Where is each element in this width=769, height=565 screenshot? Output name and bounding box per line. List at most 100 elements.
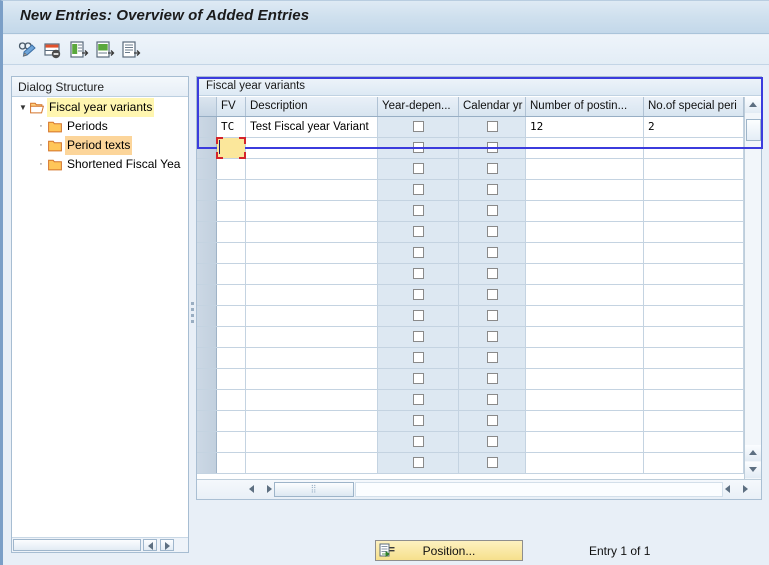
hscroll-page-left-arrow[interactable] bbox=[721, 482, 736, 497]
hscroll-left-arrow[interactable] bbox=[245, 482, 260, 497]
cell-year-dependent[interactable] bbox=[378, 390, 459, 410]
cell-no-of-special-periods[interactable] bbox=[644, 222, 744, 242]
cell-number-of-posting-periods[interactable] bbox=[526, 285, 644, 305]
cell-fv[interactable]: TC bbox=[217, 117, 246, 137]
row-selector-cell[interactable] bbox=[197, 201, 217, 221]
row-selector-cell[interactable] bbox=[197, 243, 217, 263]
select-all-corner[interactable] bbox=[197, 97, 217, 116]
checkbox-calendar-yr[interactable] bbox=[487, 247, 498, 258]
cell-calendar-yr[interactable] bbox=[459, 285, 526, 305]
cell-calendar-yr[interactable] bbox=[459, 327, 526, 347]
scroll-down-arrow[interactable] bbox=[745, 462, 761, 478]
row-selector-cell[interactable] bbox=[197, 369, 217, 389]
cell-calendar-yr[interactable] bbox=[459, 243, 526, 263]
table-row[interactable] bbox=[197, 327, 761, 348]
row-selector-cell[interactable] bbox=[197, 222, 217, 242]
cell-fv[interactable] bbox=[217, 453, 246, 473]
cell-no-of-special-periods[interactable] bbox=[644, 390, 744, 410]
column-header-fv[interactable]: FV bbox=[217, 97, 246, 116]
checkbox-year-dependent[interactable] bbox=[413, 268, 424, 279]
cell-description[interactable]: Test Fiscal year Variant bbox=[246, 117, 378, 137]
checkbox-year-dependent[interactable] bbox=[413, 121, 424, 132]
row-selector-cell[interactable] bbox=[197, 411, 217, 431]
cell-description[interactable] bbox=[246, 453, 378, 473]
vscroll-thumb[interactable] bbox=[746, 119, 761, 141]
cell-fv[interactable] bbox=[217, 201, 246, 221]
cell-no-of-special-periods[interactable] bbox=[644, 285, 744, 305]
cell-number-of-posting-periods[interactable] bbox=[526, 432, 644, 452]
cell-no-of-special-periods[interactable] bbox=[644, 306, 744, 326]
table-row[interactable] bbox=[197, 432, 761, 453]
cell-number-of-posting-periods[interactable] bbox=[526, 411, 644, 431]
grid-vertical-scrollbar[interactable] bbox=[744, 97, 761, 499]
cell-year-dependent[interactable] bbox=[378, 453, 459, 473]
checkbox-calendar-yr[interactable] bbox=[487, 373, 498, 384]
cell-fv[interactable] bbox=[217, 432, 246, 452]
cell-year-dependent[interactable] bbox=[378, 369, 459, 389]
scroll-up-arrow[interactable] bbox=[745, 97, 761, 113]
hscroll-track[interactable] bbox=[355, 482, 723, 497]
table-row[interactable] bbox=[197, 453, 761, 474]
checkbox-calendar-yr[interactable] bbox=[487, 352, 498, 363]
row-selector-cell[interactable] bbox=[197, 159, 217, 179]
cell-year-dependent[interactable] bbox=[378, 264, 459, 284]
position-button[interactable]: Position... bbox=[375, 540, 523, 561]
row-selector-cell[interactable] bbox=[197, 285, 217, 305]
cell-number-of-posting-periods[interactable] bbox=[526, 201, 644, 221]
tree-item-period-texts[interactable]: ·Period texts bbox=[12, 136, 188, 155]
checkbox-year-dependent[interactable] bbox=[413, 415, 424, 426]
cell-no-of-special-periods[interactable] bbox=[644, 243, 744, 263]
delete-row-icon[interactable] bbox=[42, 39, 64, 61]
tree-horizontal-scrollbar[interactable] bbox=[12, 537, 188, 552]
row-selector-cell[interactable] bbox=[197, 453, 217, 473]
cell-number-of-posting-periods[interactable] bbox=[526, 369, 644, 389]
column-header-number-of-posting-periods[interactable]: Number of postin... bbox=[526, 97, 644, 116]
cell-calendar-yr[interactable] bbox=[459, 411, 526, 431]
cell-no-of-special-periods[interactable] bbox=[644, 348, 744, 368]
cell-year-dependent[interactable] bbox=[378, 243, 459, 263]
row-selector-cell[interactable] bbox=[197, 390, 217, 410]
checkbox-calendar-yr[interactable] bbox=[487, 268, 498, 279]
checkbox-calendar-yr[interactable] bbox=[487, 310, 498, 321]
table-row[interactable] bbox=[197, 243, 761, 264]
cell-no-of-special-periods[interactable] bbox=[644, 180, 744, 200]
table-row[interactable] bbox=[197, 285, 761, 306]
checkbox-year-dependent[interactable] bbox=[413, 205, 424, 216]
tree-item-fiscal-year-variants[interactable]: ▼Fiscal year variants bbox=[12, 98, 188, 117]
cell-fv[interactable] bbox=[217, 390, 246, 410]
checkbox-year-dependent[interactable] bbox=[413, 310, 424, 321]
cell-no-of-special-periods[interactable] bbox=[644, 159, 744, 179]
cell-fv[interactable] bbox=[217, 222, 246, 242]
cell-calendar-yr[interactable] bbox=[459, 201, 526, 221]
cell-description[interactable] bbox=[246, 327, 378, 347]
cell-number-of-posting-periods[interactable] bbox=[526, 138, 644, 158]
cell-number-of-posting-periods[interactable] bbox=[526, 348, 644, 368]
cell-number-of-posting-periods[interactable] bbox=[526, 453, 644, 473]
cell-description[interactable] bbox=[246, 201, 378, 221]
row-selector-cell[interactable] bbox=[197, 264, 217, 284]
cell-calendar-yr[interactable] bbox=[459, 306, 526, 326]
checkbox-calendar-yr[interactable] bbox=[487, 205, 498, 216]
checkbox-calendar-yr[interactable] bbox=[487, 436, 498, 447]
new-entries-icon[interactable] bbox=[68, 39, 90, 61]
cell-no-of-special-periods[interactable] bbox=[644, 264, 744, 284]
cell-no-of-special-periods[interactable] bbox=[644, 369, 744, 389]
checkbox-calendar-yr[interactable] bbox=[487, 142, 498, 153]
cell-no-of-special-periods[interactable] bbox=[644, 411, 744, 431]
tree-hscroll-thumb[interactable] bbox=[13, 539, 141, 551]
column-header-year-dependent[interactable]: Year-depen... bbox=[378, 97, 459, 116]
cell-calendar-yr[interactable] bbox=[459, 180, 526, 200]
checkbox-calendar-yr[interactable] bbox=[487, 184, 498, 195]
chevron-down-icon[interactable]: ▼ bbox=[16, 98, 30, 117]
table-row[interactable] bbox=[197, 411, 761, 432]
row-selector-cell[interactable] bbox=[197, 348, 217, 368]
cell-calendar-yr[interactable] bbox=[459, 117, 526, 137]
cell-calendar-yr[interactable] bbox=[459, 432, 526, 452]
cell-number-of-posting-periods[interactable] bbox=[526, 390, 644, 410]
cell-description[interactable] bbox=[246, 222, 378, 242]
table-row[interactable] bbox=[197, 222, 761, 243]
table-row[interactable] bbox=[197, 306, 761, 327]
table-row[interactable] bbox=[197, 348, 761, 369]
checkbox-year-dependent[interactable] bbox=[413, 331, 424, 342]
cell-no-of-special-periods[interactable] bbox=[644, 453, 744, 473]
